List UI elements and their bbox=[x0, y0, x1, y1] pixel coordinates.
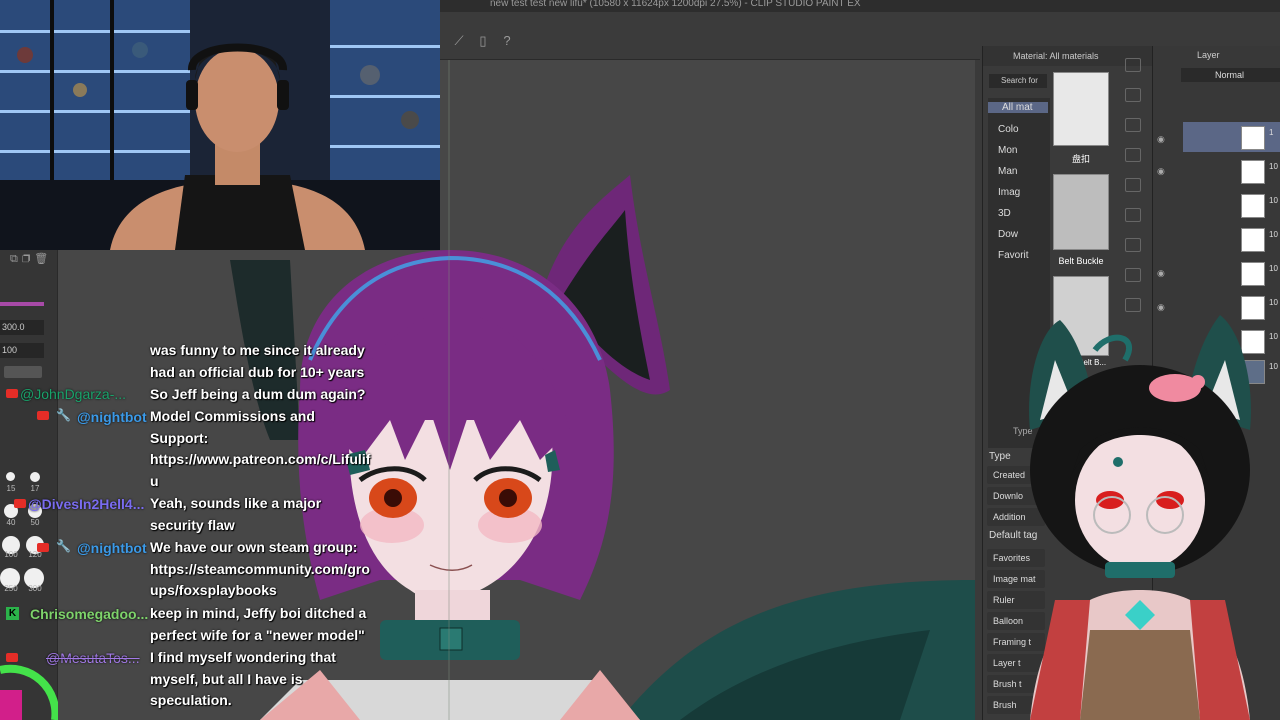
layer-thumbnail bbox=[1241, 262, 1265, 286]
command-bar: ⟋ ▯ ? bbox=[440, 12, 980, 60]
youtube-icon bbox=[37, 543, 49, 552]
tile-icon[interactable] bbox=[1125, 268, 1141, 282]
panel-icons: ⧉❐🗑 bbox=[10, 252, 52, 266]
webcam-image bbox=[0, 0, 440, 250]
material-thumbnail-label: 盘扣 bbox=[1071, 154, 1090, 164]
chat-username: @nightbot bbox=[77, 409, 147, 425]
tree-item-all-materials[interactable]: All mat bbox=[988, 102, 1048, 113]
chat-message-text: I find myself wondering that myself, but… bbox=[150, 649, 336, 708]
layer-thumbnail bbox=[1241, 228, 1265, 252]
youtube-icon bbox=[6, 389, 18, 398]
stabilizer-slider[interactable] bbox=[0, 440, 50, 450]
brush-size-label: 50 bbox=[30, 518, 40, 527]
chat-username: @MesutaTos... bbox=[46, 650, 140, 666]
delete-icon[interactable]: 🗑 bbox=[34, 253, 52, 265]
youtube-icon bbox=[37, 411, 49, 420]
eye-icon[interactable]: ◉ bbox=[1157, 268, 1169, 278]
tree-item-download[interactable]: Dow bbox=[998, 229, 1018, 240]
tree-item-3d[interactable]: 3D bbox=[998, 208, 1011, 219]
layer-thumbnail bbox=[1241, 126, 1265, 150]
tile-icon[interactable] bbox=[1125, 238, 1141, 252]
material-thumbnail[interactable] bbox=[1053, 174, 1109, 250]
layer-name: 10 La bbox=[1269, 196, 1280, 205]
layer-thumbnail bbox=[1241, 160, 1265, 184]
brush-size-label: 300 bbox=[28, 584, 42, 593]
layer-name: 10 ou bbox=[1269, 162, 1280, 171]
chat-username: @DivesIn2Hell4... bbox=[28, 496, 145, 512]
chat-message: I find myself wondering that myself, but… bbox=[150, 647, 375, 712]
chat-username: @nightbot bbox=[77, 540, 147, 556]
tree-item-favorites[interactable]: Favorit bbox=[998, 250, 1029, 261]
brush-size-label: 17 bbox=[30, 484, 40, 493]
layer-panel-title: Layer bbox=[1197, 50, 1220, 60]
layer-item[interactable]: 10 La bbox=[1241, 192, 1280, 222]
layer-item[interactable]: 10 ou bbox=[1241, 158, 1280, 188]
chat-message-text: Yeah, sounds like a major security flaw bbox=[150, 495, 322, 533]
ruler-icon[interactable]: ⟋ bbox=[450, 32, 468, 50]
material-search-input[interactable]: Search for bbox=[989, 74, 1047, 88]
window-title: new test test new lifu* (10580 x 11624px… bbox=[490, 0, 861, 9]
opacity-field[interactable]: 100 bbox=[0, 343, 44, 358]
app-titlebar: new test test new lifu* (10580 x 11624px… bbox=[440, 0, 1280, 12]
layer-item[interactable]: 1 bbox=[1241, 124, 1280, 154]
brush-size-dot[interactable] bbox=[6, 472, 15, 481]
layer-name: 10 La bbox=[1269, 264, 1280, 273]
chat-message-text: keep in mind, Jeffy boi ditched a perfec… bbox=[150, 605, 367, 643]
color-strip bbox=[0, 302, 44, 306]
material-thumbnail[interactable] bbox=[1053, 72, 1109, 146]
material-panel-title: Material: All materials bbox=[1013, 51, 1099, 61]
chat-message-text: Model Commissions and Support: https://w… bbox=[150, 408, 371, 489]
chat-message-text: We have our own steam group: https://ste… bbox=[150, 539, 370, 598]
webcam-overlay bbox=[0, 0, 440, 250]
tile-icon[interactable] bbox=[1125, 208, 1141, 222]
wrench-icon: 🔧 bbox=[56, 539, 71, 553]
chat-message: Model Commissions and Support: https://w… bbox=[150, 406, 375, 492]
chat-message: was funny to me since it already had an … bbox=[150, 340, 375, 383]
help-icon[interactable]: ? bbox=[498, 32, 516, 50]
layout-icon[interactable] bbox=[1125, 58, 1141, 72]
tree-item-color[interactable]: Colo bbox=[998, 124, 1019, 135]
tree-item-image[interactable]: Imag bbox=[998, 187, 1020, 198]
layer-item[interactable]: 10 La bbox=[1241, 260, 1280, 290]
chat-message: Yeah, sounds like a major security flaw bbox=[150, 493, 375, 536]
chat-message-text: So Jeff being a dum dum again? bbox=[150, 386, 366, 402]
blend-mode-select[interactable]: Normal bbox=[1181, 68, 1280, 82]
chat-username: Chrisomegadoo... bbox=[30, 606, 149, 622]
close-icon[interactable] bbox=[1125, 118, 1141, 132]
tile-icon[interactable] bbox=[1125, 148, 1141, 162]
new-layer-icon[interactable]: ⧉ bbox=[10, 253, 22, 265]
chat-message: So Jeff being a dum dum again? bbox=[150, 384, 375, 406]
brush-size-label: 40 bbox=[6, 518, 16, 527]
tile-icon[interactable] bbox=[1125, 178, 1141, 192]
tree-item-manga[interactable]: Man bbox=[998, 166, 1017, 177]
youtube-icon bbox=[14, 499, 26, 508]
brush-size-label: 250 bbox=[4, 584, 18, 593]
brush-size-field[interactable]: 300.0 bbox=[0, 320, 44, 335]
layer-item[interactable]: 10 La bbox=[1241, 226, 1280, 256]
document-icon[interactable]: ▯ bbox=[474, 32, 492, 50]
eye-icon[interactable]: ◉ bbox=[1157, 134, 1169, 144]
search-placeholder: Search for bbox=[1001, 76, 1038, 85]
layer-name: 10 La bbox=[1269, 230, 1280, 239]
paste-icon[interactable] bbox=[1125, 88, 1141, 102]
wrench-icon: 🔧 bbox=[56, 408, 71, 422]
vtuber-avatar bbox=[1029, 315, 1251, 720]
eye-icon[interactable]: ◉ bbox=[1157, 166, 1169, 176]
brush-size-dot[interactable] bbox=[30, 472, 40, 482]
chat-message: keep in mind, Jeffy boi ditched a perfec… bbox=[150, 603, 375, 646]
youtube-icon bbox=[6, 653, 18, 662]
antialias-toggle[interactable] bbox=[4, 366, 42, 378]
chat-username: @JohnDgarza-... bbox=[20, 386, 127, 402]
copy-icon[interactable]: ❐ bbox=[22, 253, 34, 265]
chat-message: We have our own steam group: https://ste… bbox=[150, 537, 375, 602]
layer-name: 1 bbox=[1269, 128, 1274, 137]
tree-item-monochrome[interactable]: Mon bbox=[998, 145, 1017, 156]
brush-size-label: 100 bbox=[4, 550, 18, 559]
blend-mode-value: Normal bbox=[1215, 70, 1245, 80]
brush-size-label: 15 bbox=[6, 484, 16, 493]
material-thumbnail-label: Belt Buckle bbox=[1058, 256, 1104, 266]
kick-icon: K bbox=[6, 607, 19, 620]
layer-thumbnail bbox=[1241, 194, 1265, 218]
chat-message-text: was funny to me since it already had an … bbox=[150, 342, 365, 380]
